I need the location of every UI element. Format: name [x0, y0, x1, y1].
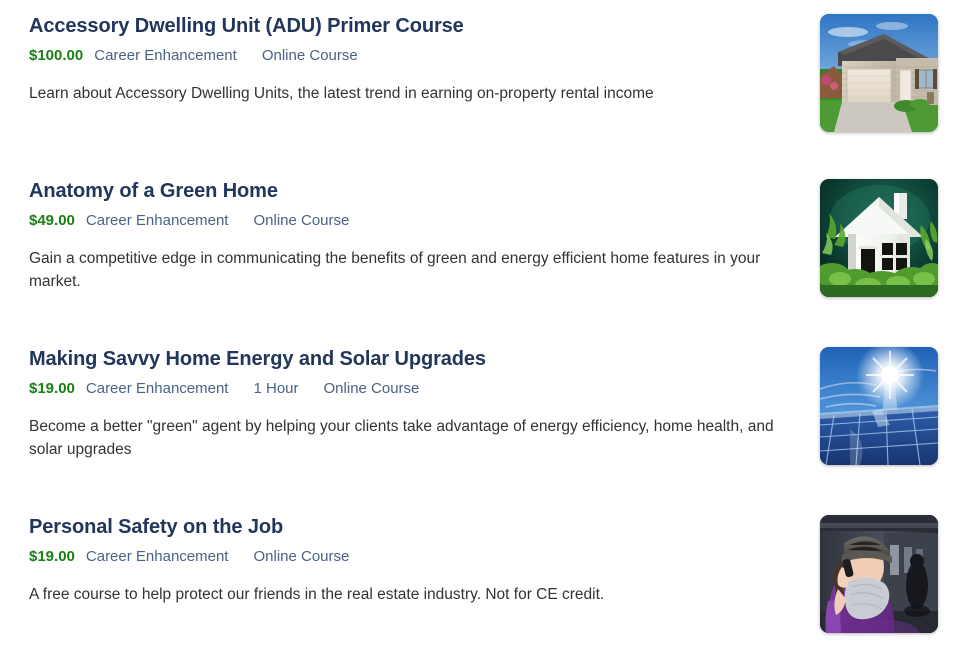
- course-item[interactable]: Personal Safety on the Job $19.00 Career …: [0, 465, 977, 633]
- course-price: $100.00: [29, 47, 84, 64]
- course-description: A free course to help protect our friend…: [29, 585, 605, 603]
- course-text-block: Making Savvy Home Energy and Solar Upgra…: [29, 347, 804, 462]
- course-tag-format[interactable]: Online Course: [253, 548, 349, 565]
- course-tag-format[interactable]: Online Course: [253, 212, 349, 229]
- course-price: $49.00: [29, 212, 75, 229]
- course-title[interactable]: Anatomy of a Green Home: [29, 179, 804, 203]
- course-list: Accessory Dwelling Unit (ADU) Primer Cou…: [0, 0, 977, 633]
- course-price: $19.00: [29, 548, 75, 565]
- course-tag-category[interactable]: Career Enhancement: [94, 47, 237, 64]
- course-text-block: Anatomy of a Green Home $49.00 Career Enh…: [29, 179, 804, 294]
- course-item[interactable]: Accessory Dwelling Unit (ADU) Primer Cou…: [0, 0, 977, 132]
- course-price: $19.00: [29, 380, 75, 397]
- course-tag-category[interactable]: Career Enhancement: [86, 212, 229, 229]
- course-tag-category[interactable]: Career Enhancement: [86, 380, 229, 397]
- course-item[interactable]: Anatomy of a Green Home $49.00 Career Enh…: [0, 132, 977, 297]
- course-title[interactable]: Accessory Dwelling Unit (ADU) Primer Cou…: [29, 14, 804, 38]
- course-thumbnail-white-house-model-greenery[interactable]: [820, 179, 938, 297]
- course-text-block: Personal Safety on the Job $19.00 Career …: [29, 515, 804, 607]
- course-tag-duration[interactable]: 1 Hour: [253, 380, 298, 397]
- course-tag-category[interactable]: Career Enhancement: [86, 548, 229, 565]
- course-thumbnail-solar-panels-sun[interactable]: [820, 347, 938, 465]
- course-title[interactable]: Making Savvy Home Energy and Solar Upgra…: [29, 347, 804, 371]
- course-thumbnail-woman-on-phone-corridor[interactable]: [820, 515, 938, 633]
- course-meta-row: $100.00 Career Enhancement Online Course: [29, 47, 804, 66]
- course-tag-format[interactable]: Online Course: [324, 380, 420, 397]
- course-description: Learn about Accessory Dwelling Units, th…: [29, 84, 654, 102]
- course-description: Gain a competitive edge in communicating…: [29, 249, 761, 290]
- course-description: Become a better "green" agent by helping…: [29, 417, 774, 458]
- course-text-block: Accessory Dwelling Unit (ADU) Primer Cou…: [29, 14, 804, 106]
- course-title[interactable]: Personal Safety on the Job: [29, 515, 804, 539]
- course-tag-format[interactable]: Online Course: [262, 47, 358, 64]
- course-thumbnail-suburban-garage-house[interactable]: [820, 14, 938, 132]
- course-meta-row: $49.00 Career Enhancement Online Course: [29, 212, 804, 231]
- course-item[interactable]: Making Savvy Home Energy and Solar Upgra…: [0, 297, 977, 465]
- course-meta-row: $19.00 Career Enhancement 1 Hour Online Cou…: [29, 380, 804, 399]
- course-meta-row: $19.00 Career Enhancement Online Course: [29, 548, 804, 567]
